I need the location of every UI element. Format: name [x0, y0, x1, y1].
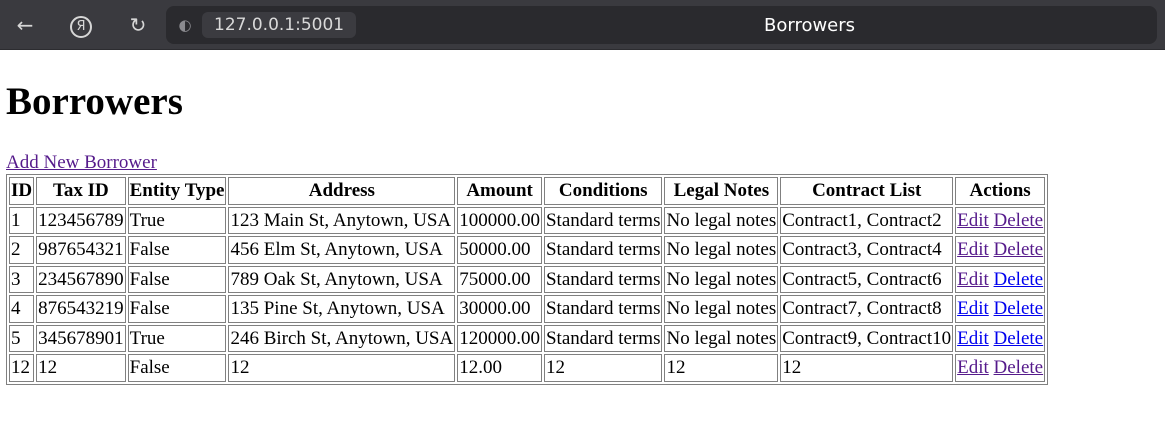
yandex-browser-icon[interactable]: Я: [68, 12, 94, 38]
cell-entity-type: False: [127, 265, 227, 293]
cell-tax-id: 234567890: [36, 265, 126, 293]
cell-id: 5: [9, 324, 35, 352]
column-header-amount: Amount: [457, 177, 542, 205]
column-header-address: Address: [228, 177, 456, 205]
cell-id: 2: [9, 236, 35, 264]
delete-link[interactable]: Delete: [994, 357, 1044, 378]
cell-amount: 12.00: [457, 354, 542, 382]
cell-contract-list: Contract1, Contract2: [780, 206, 954, 234]
edit-link[interactable]: Edit: [957, 328, 989, 349]
cell-address: 135 Pine St, Anytown, USA: [228, 295, 456, 323]
cell-amount: 50000.00: [457, 236, 542, 264]
cell-address: 789 Oak St, Anytown, USA: [228, 265, 456, 293]
cell-legal-notes: 12: [664, 354, 779, 382]
cell-amount: 75000.00: [457, 265, 542, 293]
table-row: 1 123456789 True 123 Main St, Anytown, U…: [9, 206, 1046, 234]
cell-contract-list: Contract3, Contract4: [780, 236, 954, 264]
cell-conditions: Standard terms: [543, 236, 663, 264]
cell-entity-type: False: [127, 354, 227, 382]
cell-actions: Edit Delete: [955, 354, 1046, 382]
cell-amount: 100000.00: [457, 206, 542, 234]
cell-contract-list: Contract7, Contract8: [780, 295, 954, 323]
cell-contract-list: 12: [780, 354, 954, 382]
cell-entity-type: True: [127, 324, 227, 352]
column-header-actions: Actions: [955, 177, 1046, 205]
cell-amount: 30000.00: [457, 295, 542, 323]
cell-entity-type: True: [127, 206, 227, 234]
table-row: 4 876543219 False 135 Pine St, Anytown, …: [9, 295, 1046, 323]
cell-tax-id: 12: [36, 354, 126, 382]
browser-toolbar: ← Я ↻ ◐ 127.0.0.1:5001 Borrowers: [0, 0, 1165, 50]
cell-actions: Edit Delete: [955, 324, 1046, 352]
cell-conditions: Standard terms: [543, 295, 663, 323]
column-header-contract-list: Contract List: [780, 177, 954, 205]
cell-id: 1: [9, 206, 35, 234]
cell-id: 3: [9, 265, 35, 293]
column-header-tax-id: Tax ID: [36, 177, 126, 205]
page-content: Borrowers Add New Borrower ID Tax ID Ent…: [0, 79, 1165, 385]
table-row: 2 987654321 False 456 Elm St, Anytown, U…: [9, 236, 1046, 264]
cell-legal-notes: No legal notes: [664, 324, 779, 352]
table-row: 3 234567890 False 789 Oak St, Anytown, U…: [9, 265, 1046, 293]
table-row: 12 12 False 12 12.00 12 12 12 Edit Delet…: [9, 354, 1046, 382]
column-header-entity-type: Entity Type: [127, 177, 227, 205]
tab-title: Borrowers: [764, 15, 856, 36]
cell-legal-notes: No legal notes: [664, 265, 779, 293]
edit-link[interactable]: Edit: [957, 239, 989, 260]
delete-link[interactable]: Delete: [994, 269, 1044, 290]
table-header-row: ID Tax ID Entity Type Address Amount Con…: [9, 177, 1046, 205]
cell-id: 12: [9, 354, 35, 382]
cell-contract-list: Contract5, Contract6: [780, 265, 954, 293]
cell-actions: Edit Delete: [955, 206, 1046, 234]
cell-actions: Edit Delete: [955, 265, 1046, 293]
borrowers-table: ID Tax ID Entity Type Address Amount Con…: [6, 174, 1049, 385]
edit-link[interactable]: Edit: [957, 269, 989, 290]
globe-icon: ◐: [178, 16, 192, 34]
cell-amount: 120000.00: [457, 324, 542, 352]
cell-conditions: Standard terms: [543, 265, 663, 293]
cell-legal-notes: No legal notes: [664, 295, 779, 323]
edit-link[interactable]: Edit: [957, 298, 989, 319]
cell-entity-type: False: [127, 295, 227, 323]
cell-address: 12: [228, 354, 456, 382]
delete-link[interactable]: Delete: [994, 210, 1044, 231]
address-bar[interactable]: ◐ 127.0.0.1:5001 Borrowers: [166, 6, 1157, 44]
back-arrow-icon[interactable]: ←: [12, 12, 38, 38]
url-text[interactable]: 127.0.0.1:5001: [202, 12, 357, 38]
cell-entity-type: False: [127, 236, 227, 264]
cell-actions: Edit Delete: [955, 236, 1046, 264]
edit-link[interactable]: Edit: [957, 210, 989, 231]
cell-address: 456 Elm St, Anytown, USA: [228, 236, 456, 264]
cell-tax-id: 345678901: [36, 324, 126, 352]
cell-legal-notes: No legal notes: [664, 206, 779, 234]
cell-conditions: Standard terms: [543, 324, 663, 352]
cell-tax-id: 987654321: [36, 236, 126, 264]
cell-conditions: Standard terms: [543, 206, 663, 234]
cell-contract-list: Contract9, Contract10: [780, 324, 954, 352]
delete-link[interactable]: Delete: [994, 298, 1044, 319]
cell-id: 4: [9, 295, 35, 323]
page-title: Borrowers: [6, 80, 183, 123]
cell-tax-id: 876543219: [36, 295, 126, 323]
cell-actions: Edit Delete: [955, 295, 1046, 323]
delete-link[interactable]: Delete: [994, 239, 1044, 260]
column-header-legal-notes: Legal Notes: [664, 177, 779, 205]
reload-icon[interactable]: ↻: [125, 12, 151, 38]
add-new-borrower-link[interactable]: Add New Borrower: [6, 152, 157, 174]
column-header-conditions: Conditions: [543, 177, 663, 205]
cell-address: 246 Birch St, Anytown, USA: [228, 324, 456, 352]
cell-tax-id: 123456789: [36, 206, 126, 234]
column-header-id: ID: [9, 177, 35, 205]
cell-legal-notes: No legal notes: [664, 236, 779, 264]
edit-link[interactable]: Edit: [957, 357, 989, 378]
table-row: 5 345678901 True 246 Birch St, Anytown, …: [9, 324, 1046, 352]
cell-conditions: 12: [543, 354, 663, 382]
delete-link[interactable]: Delete: [994, 328, 1044, 349]
cell-address: 123 Main St, Anytown, USA: [228, 206, 456, 234]
